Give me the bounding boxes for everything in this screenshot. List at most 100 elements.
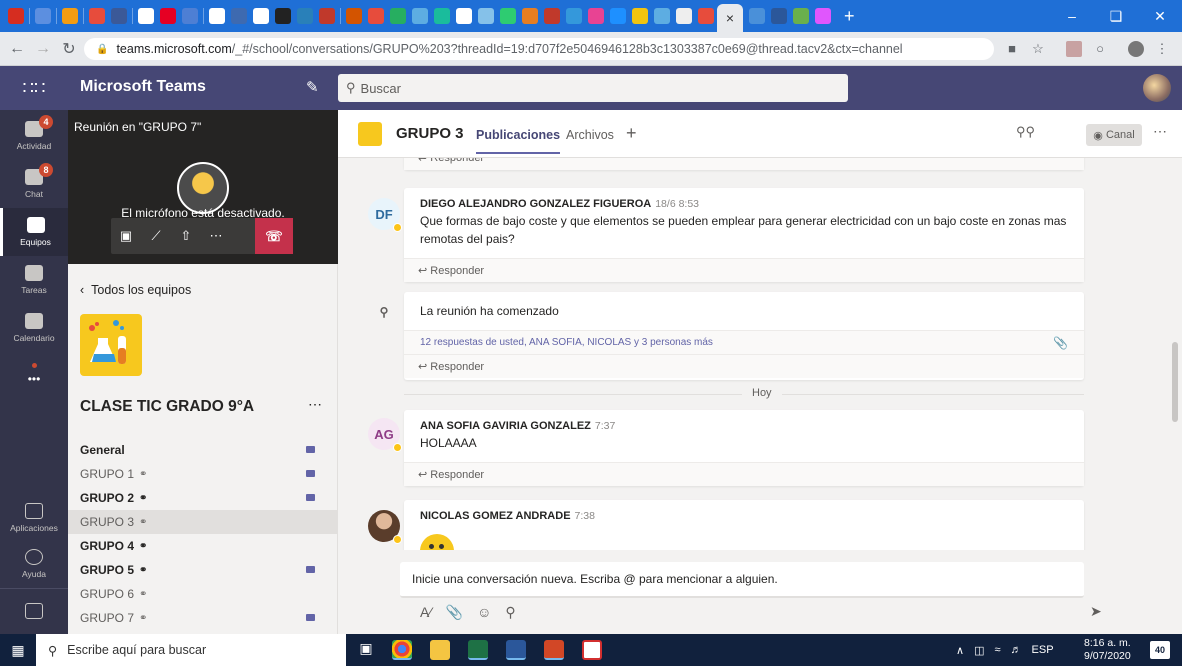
tab-favicon-icon[interactable]	[522, 8, 538, 24]
avatar[interactable]	[368, 510, 402, 544]
tab-favicon-icon[interactable]	[412, 8, 428, 24]
taskbar-search-input[interactable]: ⚲ Escribe aquí para buscar	[36, 634, 346, 666]
menu-kebab-icon[interactable]: ⋮	[1154, 41, 1170, 57]
avatar[interactable]: DF	[368, 198, 402, 232]
tab-favicon-icon[interactable]	[771, 8, 787, 24]
format-icon[interactable]: A⁄	[420, 604, 432, 621]
extension-circle-icon[interactable]: ○	[1092, 41, 1108, 57]
minimize-icon[interactable]: –	[1050, 0, 1094, 32]
tab-favicon-icon[interactable]	[566, 8, 582, 24]
excel-app-icon[interactable]	[468, 640, 488, 660]
star-icon[interactable]: ☆	[1030, 41, 1046, 57]
tab-favicon-icon[interactable]	[500, 8, 516, 24]
send-icon[interactable]: ➤	[1090, 603, 1102, 620]
pdf-app-icon[interactable]	[582, 640, 602, 660]
waffle-icon[interactable]: ∷∷	[0, 66, 68, 110]
tab-favicon-icon[interactable]	[209, 8, 225, 24]
reload-icon[interactable]: ↻	[56, 39, 82, 59]
hang-up-button[interactable]: ☏	[255, 218, 293, 254]
channel-grupo-7[interactable]: GRUPO 7 ⚭	[68, 606, 338, 630]
tab-favicon-icon[interactable]	[35, 8, 51, 24]
tab-favicon-icon[interactable]	[793, 8, 809, 24]
windows-start-icon[interactable]: ▦	[0, 634, 36, 666]
more-options-icon[interactable]: ⋯	[201, 228, 231, 244]
notification-center-icon[interactable]: 40	[1150, 641, 1170, 659]
channel-general[interactable]: General	[68, 438, 338, 462]
tab-favicon-icon[interactable]	[478, 8, 494, 24]
restore-icon[interactable]: ❏	[1094, 0, 1138, 32]
reply-button[interactable]: ↩ Responder	[404, 258, 1084, 282]
language-indicator[interactable]: ESP	[1032, 644, 1054, 656]
window-close-icon[interactable]: ✕	[1138, 0, 1182, 32]
meet-now-icon[interactable]: ⚲	[505, 604, 515, 621]
extension-icon[interactable]	[1066, 41, 1082, 57]
battery-icon[interactable]: ◫	[974, 644, 984, 657]
powerpoint-app-icon[interactable]	[544, 640, 564, 660]
all-teams-link[interactable]: ‹ Todos los equipos	[80, 283, 191, 297]
volume-icon[interactable]: ♬	[1011, 644, 1022, 656]
tab-favicon-icon[interactable]	[319, 8, 335, 24]
url-field[interactable]: 🔒 teams.microsoft.com/_#/school/conversa…	[84, 38, 994, 60]
rail-item-calendario[interactable]: Calendario	[0, 304, 68, 352]
profile-icon[interactable]	[1128, 41, 1144, 57]
tab-favicon-icon[interactable]	[89, 8, 105, 24]
tab-favicon-icon[interactable]	[182, 8, 198, 24]
tab-favicon-icon[interactable]	[297, 8, 313, 24]
tab-favicon-icon[interactable]	[346, 8, 362, 24]
rail-item-equipos[interactable]: Equipos	[0, 208, 68, 256]
download-app-button[interactable]	[0, 588, 68, 636]
rail-item-chat[interactable]: 8 Chat	[0, 160, 68, 208]
reply-button[interactable]: ↩ Responder	[404, 158, 1084, 170]
rail-item-tareas[interactable]: Tareas	[0, 256, 68, 304]
share-screen-icon[interactable]: ⇧	[171, 228, 201, 244]
mic-off-icon[interactable]: ⟋	[141, 228, 171, 244]
taskbar-clock[interactable]: 8:16 a. m. 9/07/2020	[1084, 637, 1131, 663]
channel-grupo-1[interactable]: GRUPO 1 ⚭	[68, 462, 338, 486]
chrome-app-icon[interactable]	[392, 640, 412, 660]
new-chat-icon[interactable]: ✎	[306, 78, 319, 96]
tab-favicon-icon[interactable]	[111, 8, 127, 24]
camera-blocked-icon[interactable]: ■	[1004, 41, 1020, 57]
back-icon[interactable]: ←	[4, 40, 30, 58]
word-app-icon[interactable]	[506, 640, 526, 660]
author-name[interactable]: NICOLAS GOMEZ ANDRADE	[420, 510, 571, 522]
new-conversation-input[interactable]: Inicie una conversación nueva. Escriba @…	[400, 562, 1084, 598]
meet-now-icon[interactable]: ⚲⚲	[1016, 124, 1035, 140]
tab-close-icon[interactable]: ×	[726, 10, 734, 26]
task-view-icon[interactable]: ▣	[356, 640, 376, 660]
channel-grupo-2[interactable]: GRUPO 2 ⚭	[68, 486, 338, 510]
tab-favicon-icon[interactable]	[8, 8, 24, 24]
emoji-icon[interactable]: ☺	[477, 604, 491, 621]
tab-favicon-icon[interactable]	[390, 8, 406, 24]
attachment-icon[interactable]: 📎	[1053, 336, 1068, 350]
channel-grupo-3[interactable]: GRUPO 3 ⚭	[68, 510, 338, 534]
new-tab-button[interactable]: +	[844, 6, 855, 27]
team-more-icon[interactable]: ⋯	[308, 396, 322, 413]
tab-favicon-icon[interactable]	[275, 8, 291, 24]
tab-archivos[interactable]: Archivos	[566, 128, 614, 142]
channel-more-icon[interactable]: ⋯	[1153, 123, 1167, 140]
tab-favicon-icon[interactable]	[544, 8, 560, 24]
scrollbar-thumb[interactable]	[1172, 342, 1178, 422]
camera-off-icon[interactable]: ▣	[111, 228, 141, 244]
tab-publicaciones[interactable]: Publicaciones	[476, 128, 561, 154]
tab-favicon-icon[interactable]	[138, 8, 154, 24]
channel-grupo-4[interactable]: GRUPO 4 ⚭	[68, 534, 338, 558]
tab-favicon-icon[interactable]	[368, 8, 384, 24]
tab-favicon-icon[interactable]	[698, 8, 714, 24]
tab-favicon-icon[interactable]	[456, 8, 472, 24]
tray-expand-icon[interactable]: ∧	[956, 644, 964, 657]
channel-grupo-5[interactable]: GRUPO 5 ⚭	[68, 558, 338, 582]
attach-icon[interactable]: 📎	[446, 604, 463, 621]
avatar[interactable]: AG	[368, 418, 402, 452]
tab-favicon-icon[interactable]	[160, 8, 176, 24]
tab-favicon-icon[interactable]	[231, 8, 247, 24]
rail-item-ayuda[interactable]: Ayuda	[0, 540, 68, 588]
add-tab-button[interactable]: +	[626, 123, 637, 144]
tab-favicon-icon[interactable]	[632, 8, 648, 24]
forward-icon[interactable]: →	[30, 40, 56, 58]
search-input[interactable]: ⚲ Buscar	[338, 74, 848, 102]
channel-info-button[interactable]: ◉ Canal	[1086, 124, 1142, 146]
reply-button[interactable]: ↩ Responder	[404, 354, 1084, 378]
tab-favicon-icon[interactable]	[610, 8, 626, 24]
